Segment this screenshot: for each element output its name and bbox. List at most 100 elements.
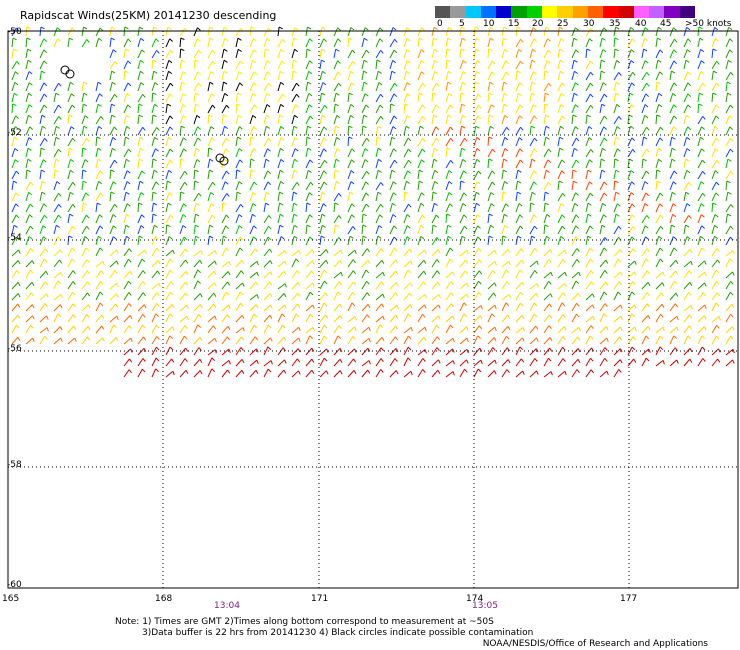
wind-barb xyxy=(81,192,87,202)
wind-barb-feather xyxy=(477,368,482,373)
wind-barb-feather xyxy=(182,71,187,75)
wind-barb-feather xyxy=(99,225,104,230)
wind-barb-feather xyxy=(28,191,32,196)
wind-barb xyxy=(11,61,18,70)
wind-barb xyxy=(333,315,341,323)
wind-barb xyxy=(599,214,604,224)
wind-barb-feather xyxy=(600,70,606,74)
wind-barb xyxy=(291,192,294,202)
wind-barb-feather xyxy=(520,60,524,65)
wind-barb xyxy=(711,48,714,59)
wind-barb xyxy=(249,369,257,378)
wind-barb xyxy=(487,93,490,103)
wind-barb-feather xyxy=(352,61,356,65)
wind-barb-feather xyxy=(716,60,720,65)
lat-label: -56 xyxy=(7,344,22,354)
wind-barb-feather xyxy=(211,357,216,362)
wind-barb xyxy=(319,335,325,345)
wind-barb xyxy=(249,136,252,147)
wind-barb-feather xyxy=(57,313,62,318)
wind-barb xyxy=(417,249,426,257)
wind-barb xyxy=(389,325,396,334)
wind-barb xyxy=(669,203,674,213)
wind-barb-feather xyxy=(114,61,118,65)
wind-barb-feather xyxy=(559,26,564,30)
wind-barb xyxy=(81,27,84,37)
wind-barb xyxy=(193,148,197,158)
wind-barb xyxy=(473,93,479,103)
wind-barb-feather xyxy=(558,180,563,184)
wind-barb-feather xyxy=(575,236,579,240)
wind-barb-feather xyxy=(685,191,690,195)
wind-barb-feather xyxy=(114,203,118,208)
wind-barb-feather xyxy=(536,370,539,375)
wind-barb-feather xyxy=(726,81,731,85)
wind-barb-feather xyxy=(477,93,482,98)
wind-barb xyxy=(235,82,241,92)
wind-barb-feather xyxy=(380,115,384,120)
wind-barb xyxy=(81,304,89,312)
wind-barb xyxy=(599,137,605,147)
wind-barb xyxy=(487,261,496,268)
wind-barb xyxy=(151,158,154,169)
wind-barb-feather xyxy=(28,92,33,97)
wind-barb xyxy=(417,159,422,169)
wind-barb xyxy=(249,248,256,257)
wind-barb xyxy=(459,249,468,257)
wind-barb xyxy=(193,115,198,125)
wind-barb xyxy=(417,38,420,48)
wind-barb-feather xyxy=(562,259,566,263)
wind-barb-feather xyxy=(282,324,286,329)
wind-barb-feather xyxy=(531,158,536,162)
wind-barb xyxy=(599,93,605,103)
wind-barb xyxy=(263,181,269,191)
wind-barb-feather xyxy=(421,159,425,163)
wind-barb xyxy=(235,247,241,257)
wind-barb xyxy=(515,327,524,334)
wind-barb xyxy=(641,137,645,147)
wind-barb-feather xyxy=(561,214,566,219)
wind-barb-feather xyxy=(491,313,496,317)
wind-barb-feather xyxy=(658,26,662,30)
wind-barb-feather xyxy=(452,315,455,320)
wind-barb-feather xyxy=(323,302,328,307)
wind-barb xyxy=(697,358,704,367)
wind-barb xyxy=(81,259,88,268)
wind-barb-feather xyxy=(184,181,188,186)
wind-barb-feather xyxy=(83,81,88,85)
wind-barb-feather xyxy=(142,281,146,285)
wind-barb-feather xyxy=(279,191,284,195)
wind-barb-feather xyxy=(587,235,592,239)
wind-barb xyxy=(459,282,468,290)
wind-barb xyxy=(179,358,186,367)
wind-barb-feather xyxy=(492,270,496,274)
wind-barb xyxy=(389,93,395,103)
wind-barb xyxy=(613,359,621,367)
wind-barb-feather xyxy=(629,92,634,96)
wind-barb xyxy=(347,170,352,180)
wind-barb xyxy=(109,126,115,136)
wind-barb xyxy=(543,83,550,92)
wind-barb-feather xyxy=(534,137,538,142)
wind-barb xyxy=(417,170,420,180)
wind-barb xyxy=(655,148,659,158)
wind-barb xyxy=(137,159,140,169)
wind-barb xyxy=(137,104,140,114)
wind-barb xyxy=(81,147,84,158)
wind-barb xyxy=(109,159,115,169)
wind-barb-feather xyxy=(406,27,411,31)
wind-barb-feather xyxy=(393,192,397,196)
wind-barb-feather xyxy=(379,27,384,31)
wind-barb-feather xyxy=(476,60,481,64)
wind-barb-feather xyxy=(410,327,413,332)
wind-barb xyxy=(179,225,184,235)
wind-barb-feather xyxy=(590,325,594,330)
wind-barb-feather xyxy=(322,203,327,207)
wind-barb-feather xyxy=(544,191,550,195)
wind-barb xyxy=(67,325,75,334)
wind-barb-feather xyxy=(532,48,536,53)
wind-barb-feather xyxy=(14,82,19,86)
wind-barb-feather xyxy=(392,202,396,206)
wind-barb-feather xyxy=(57,236,61,240)
wind-barb xyxy=(11,282,19,290)
